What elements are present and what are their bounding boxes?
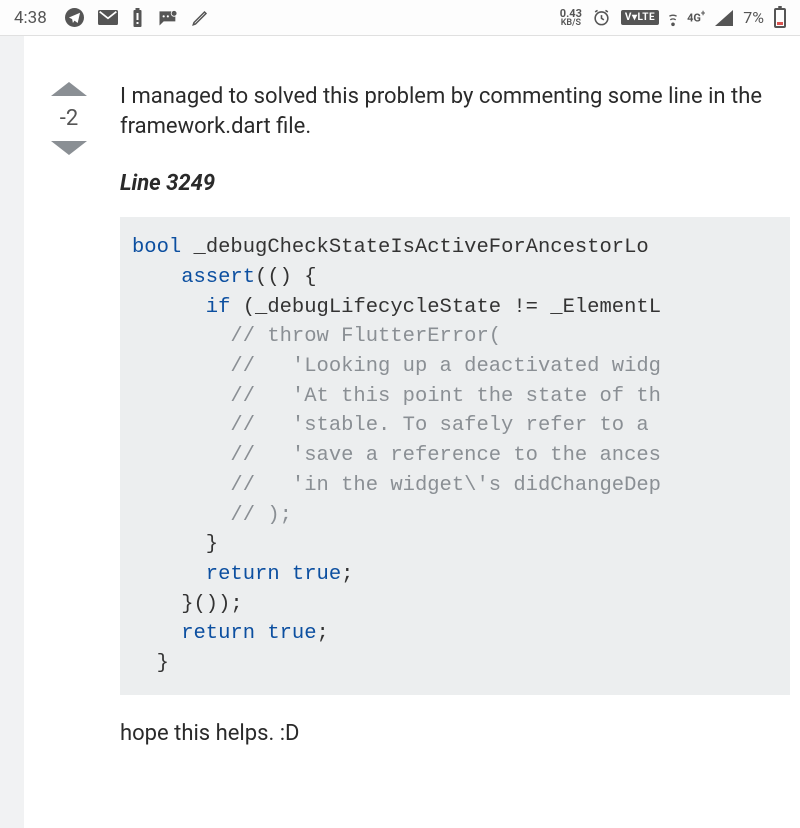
answer-closing: hope this helps. :D [120,719,790,749]
code-kw: assert [132,266,255,289]
code-comment: // throw FlutterError( [132,325,501,348]
gmail-icon [98,10,118,25]
answer-intro: I managed to solved this problem by comm… [120,82,790,141]
network-gen-label: 4G [687,12,701,25]
data-rate-unit: KB/S [561,19,581,28]
network-gen-sup: + [701,9,705,18]
status-left: 4:38 [14,8,209,28]
code-comment: // 'stable. To safely refer to a [132,414,661,437]
battery-icon [774,8,786,28]
code-kw: return [132,622,255,645]
code-kw: if [132,296,230,319]
battery-alert-icon [132,8,143,28]
code-text: } [132,652,169,675]
answer-container: -2 I managed to solved this problem by c… [0,36,800,828]
code-block[interactable]: bool _debugCheckStateIsActiveForAncestor… [120,217,790,695]
left-gutter [0,36,24,828]
network-gen: 4G+ [687,11,705,24]
message-icon [157,9,177,27]
code-kw: true [255,622,317,645]
code-comment: // ); [132,504,292,527]
code-text: ; [341,563,353,586]
code-comment: // 'At this point the state of th [132,385,661,408]
battery-percent: 7% [743,8,764,27]
code-comment: // 'save a reference to the ances [132,444,661,467]
downvote-button[interactable] [51,141,87,155]
wifi-icon [669,9,677,27]
clock: 4:38 [14,8,47,28]
code-text: }()); [132,593,243,616]
code-text: (() { [255,266,317,289]
alarm-icon [592,8,611,27]
code-kw: bool [132,236,181,259]
data-rate-value: 0.43 [560,8,582,19]
volte-badge: V▾LTE [621,10,659,25]
code-comment: // 'in the widget\'s didChangeDep [132,474,661,497]
code-text: } [132,533,218,556]
telegram-icon [65,8,84,27]
answer-body: I managed to solved this problem by comm… [114,66,800,828]
code-text: (_debugLifecycleState != _ElementL [230,296,661,319]
line-label: Line 3249 [120,169,790,199]
signal-icon [715,10,733,26]
status-bar: 4:38 0.43 KB/S V▾LTE 4G+ [0,0,800,36]
code-kw: true [280,563,342,586]
code-text: _debugCheckStateIsActiveForAncestorLo [181,236,648,259]
code-text: ; [317,622,329,645]
vote-column: -2 [24,66,114,828]
data-rate: 0.43 KB/S [560,8,582,28]
code-comment: // 'Looking up a deactivated widg [132,355,661,378]
upvote-button[interactable] [51,82,87,96]
edit-icon [191,9,209,27]
status-right: 0.43 KB/S V▾LTE 4G+ 7% [560,8,786,28]
code-kw: return [132,563,280,586]
vote-score: -2 [60,106,78,131]
